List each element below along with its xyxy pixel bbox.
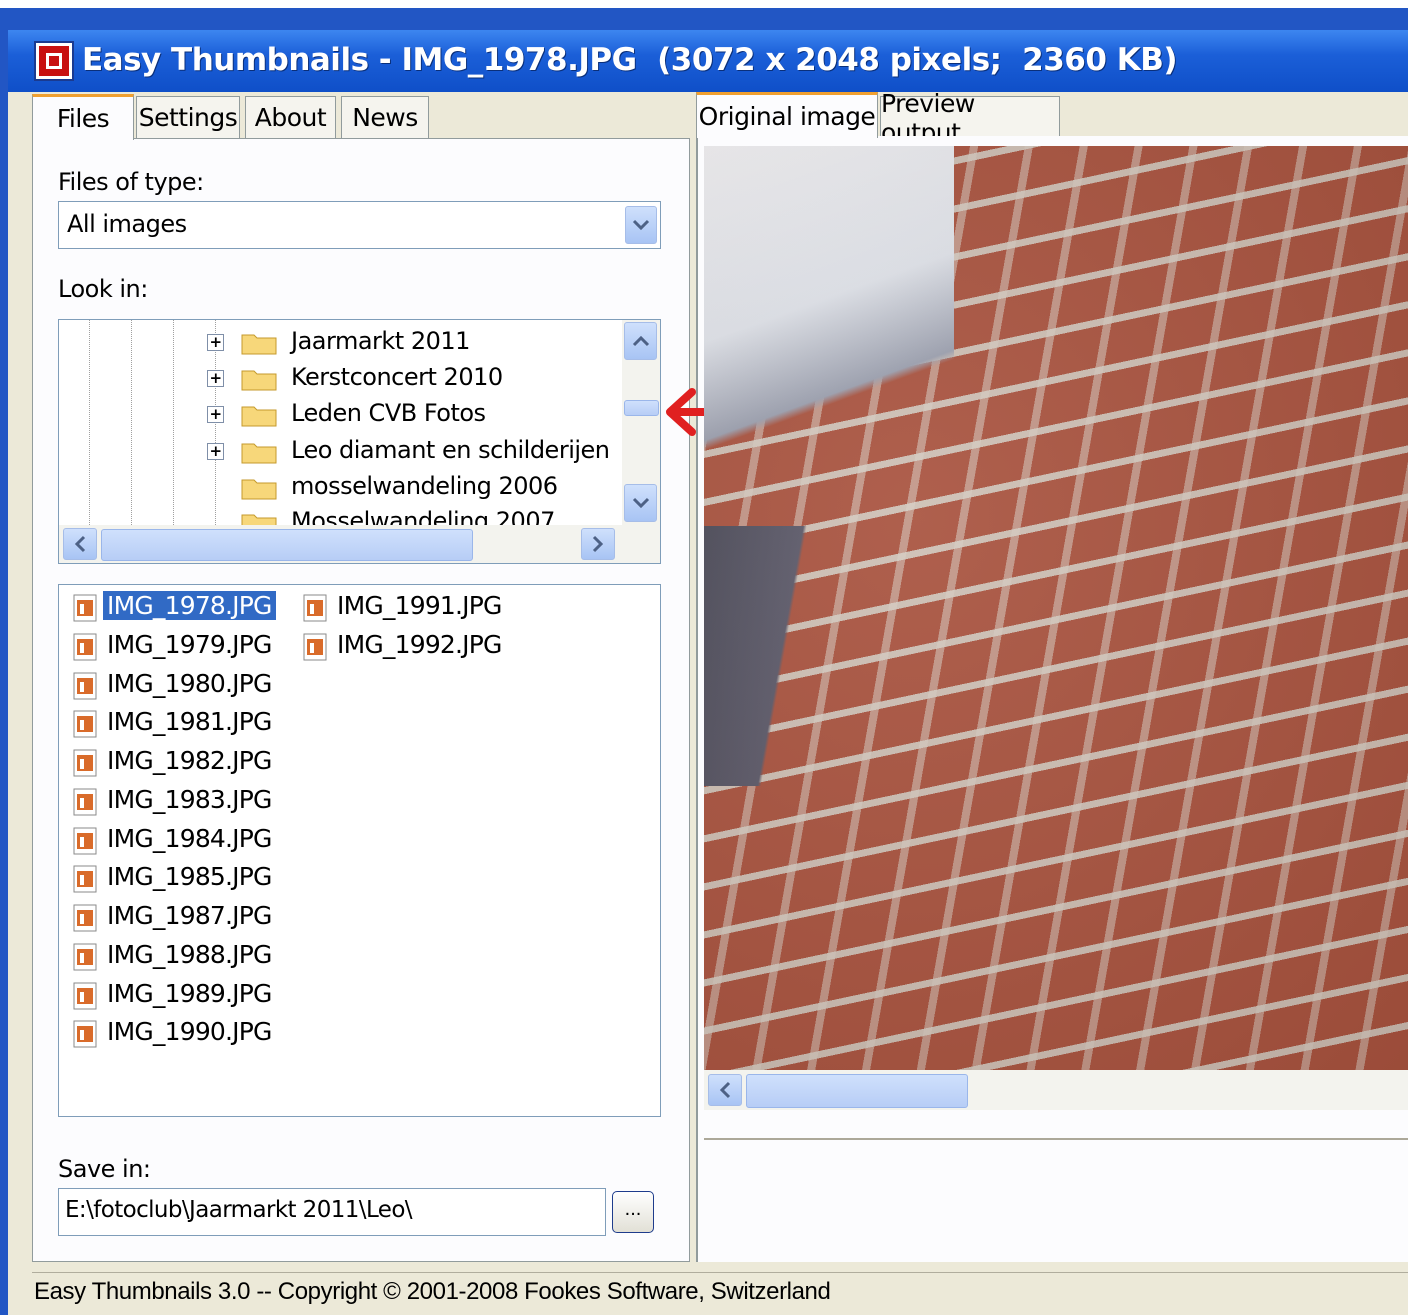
image-file-icon xyxy=(303,594,327,622)
chevron-down-icon xyxy=(632,219,650,231)
tab-about-label: About xyxy=(254,103,327,132)
window-title: Easy Thumbnails - IMG_1978.JPG (3072 x 2… xyxy=(82,42,1178,78)
scroll-down-button[interactable] xyxy=(624,484,657,522)
tab-news[interactable]: News xyxy=(341,96,429,138)
chevron-up-icon xyxy=(632,335,649,347)
file-name: IMG_1990.JPG xyxy=(107,1017,272,1046)
save-in-field[interactable]: E:\fotoclub\Jaarmarkt 2011\Leo\ xyxy=(58,1188,606,1236)
file-name: IMG_1981.JPG xyxy=(107,707,272,736)
image-hscroll-thumb[interactable] xyxy=(746,1074,968,1108)
image-file-icon xyxy=(73,594,97,622)
tree-hscrollbar[interactable] xyxy=(59,525,660,563)
app-icon[interactable] xyxy=(36,43,72,79)
tree-item[interactable]: + Jaarmarkt 2011 xyxy=(59,323,619,359)
file-name: IMG_1988.JPG xyxy=(107,940,272,969)
image-file-icon xyxy=(73,982,97,1010)
expand-icon[interactable]: + xyxy=(207,443,224,460)
expand-icon[interactable]: + xyxy=(207,334,224,351)
dropdown-button[interactable] xyxy=(625,206,657,244)
tree-item[interactable]: + Leden CVB Fotos xyxy=(59,395,619,431)
browse-button[interactable]: ... xyxy=(612,1191,654,1233)
file-name: IMG_1987.JPG xyxy=(107,901,272,930)
image-file-icon xyxy=(73,710,97,738)
tab-about[interactable]: About xyxy=(245,96,336,138)
tree-item-label: mosselwandeling 2006 xyxy=(291,472,558,500)
tree-item-label: Kerstconcert 2010 xyxy=(291,363,503,391)
scroll-right-button[interactable] xyxy=(581,528,615,560)
tree-vscroll-thumb[interactable] xyxy=(624,400,659,416)
scroll-left-button[interactable] xyxy=(708,1074,742,1106)
chevron-left-icon xyxy=(719,1081,731,1099)
files-of-type-select[interactable]: All images xyxy=(58,201,661,249)
tab-files-label: Files xyxy=(56,104,110,133)
folder-icon xyxy=(241,406,277,427)
folder-tree[interactable]: + Jaarmarkt 2011 + Kerstconcert 2010 + L… xyxy=(58,319,661,564)
original-image-view[interactable] xyxy=(704,146,1408,1070)
file-name: IMG_1989.JPG xyxy=(107,979,272,1008)
image-file-icon xyxy=(73,1020,97,1048)
look-in-label: Look in: xyxy=(58,275,148,303)
frame-top-band xyxy=(0,0,1408,8)
file-name: IMG_1983.JPG xyxy=(107,785,272,814)
files-of-type-value: All images xyxy=(67,210,187,238)
image-file-icon xyxy=(73,827,97,855)
tree-item-label: Mosselwandeling 2007 xyxy=(291,507,555,525)
tree-hscroll-thumb[interactable] xyxy=(101,529,473,561)
tab-original-image[interactable]: Original image xyxy=(696,92,878,138)
image-file-icon xyxy=(73,943,97,971)
folder-icon xyxy=(241,479,277,500)
chevron-left-icon xyxy=(74,535,86,553)
tree-item[interactable]: mosselwandeling 2006 xyxy=(59,468,619,504)
tab-settings-label: Settings xyxy=(138,103,238,132)
status-text: Easy Thumbnails 3.0 -- Copyright © 2001-… xyxy=(34,1278,831,1305)
tab-news-label: News xyxy=(352,103,418,132)
file-name: IMG_1978.JPG xyxy=(103,591,276,620)
folder-icon xyxy=(241,443,277,464)
tree-item-label: Leden CVB Fotos xyxy=(291,399,486,427)
file-list[interactable]: IMG_1978.JPG IMG_1979.JPG IMG_1980.JPG I… xyxy=(58,584,661,1117)
tab-files[interactable]: Files xyxy=(32,94,134,140)
chevron-right-icon xyxy=(592,535,604,553)
save-in-value: E:\fotoclub\Jaarmarkt 2011\Leo\ xyxy=(65,1197,413,1223)
image-hscrollbar[interactable] xyxy=(704,1070,1408,1110)
expand-icon[interactable]: + xyxy=(207,370,224,387)
tab-preview-output[interactable]: Preview output xyxy=(880,89,1060,147)
chevron-down-icon xyxy=(632,497,649,509)
file-name: IMG_1992.JPG xyxy=(337,630,502,659)
scroll-up-button[interactable] xyxy=(624,322,657,360)
image-file-icon xyxy=(73,749,97,777)
tab-settings[interactable]: Settings xyxy=(136,96,240,138)
folder-icon xyxy=(241,370,277,391)
image-file-icon xyxy=(73,633,97,661)
files-of-type-label: Files of type: xyxy=(58,168,204,196)
file-name: IMG_1980.JPG xyxy=(107,669,272,698)
image-file-icon xyxy=(73,865,97,893)
tree-vscrollbar[interactable] xyxy=(622,320,660,525)
tree-item-label: Jaarmarkt 2011 xyxy=(291,327,470,355)
folder-icon xyxy=(241,514,277,525)
image-file-icon xyxy=(73,904,97,932)
file-name: IMG_1979.JPG xyxy=(107,630,272,659)
status-bar: Easy Thumbnails 3.0 -- Copyright © 2001-… xyxy=(32,1272,1408,1312)
image-file-icon xyxy=(73,672,97,700)
divider xyxy=(704,1138,1408,1140)
tree-item[interactable]: + Kerstconcert 2010 xyxy=(59,359,619,395)
file-name: IMG_1982.JPG xyxy=(107,746,272,775)
expand-icon[interactable]: + xyxy=(207,406,224,423)
image-file-icon xyxy=(73,788,97,816)
tree-item-label: Leo diamant en schilderijen xyxy=(291,436,610,464)
image-file-icon xyxy=(303,633,327,661)
folder-icon xyxy=(241,334,277,355)
tab-original-image-label: Original image xyxy=(698,102,876,131)
file-name: IMG_1991.JPG xyxy=(337,591,502,620)
save-in-label: Save in: xyxy=(58,1155,151,1183)
scroll-left-button[interactable] xyxy=(63,528,97,560)
file-name: IMG_1984.JPG xyxy=(107,824,272,853)
file-name: IMG_1985.JPG xyxy=(107,862,272,891)
tree-item[interactable]: + Leo diamant en schilderijen xyxy=(59,432,619,468)
tree-item[interactable]: Mosselwandeling 2007 xyxy=(59,503,619,525)
